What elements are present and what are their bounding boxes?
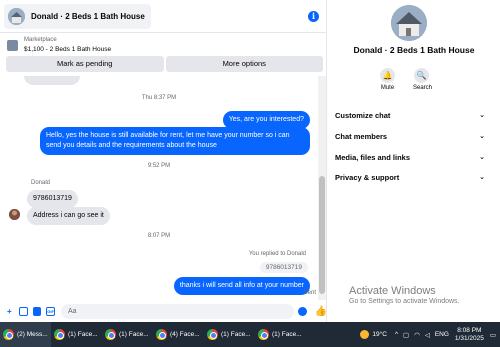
bell-icon: 🔔 [380,68,395,83]
conversation-title: Donald · 2 Beds 1 Bath House [31,11,145,21]
timestamp: Thu 8:37 PM [141,95,177,101]
timestamp: 9:52 PM [147,163,171,169]
house-avatar [8,7,25,25]
incoming-message: Address i can go see it [27,207,110,225]
conversation-title-chip[interactable]: Donald · 2 Beds 1 Bath House [4,3,151,29]
section-media-files-links[interactable]: Media, files and links ⌄ [335,150,485,164]
chrome-icon [105,329,116,340]
quoted-message: 9786013719 [259,262,308,273]
clock[interactable]: 8:08 PM 1/31/2025 [455,327,484,343]
details-sidebar: Donald · 2 Beds 1 Bath House 🔔 Mute 🔍 Se… [328,0,500,322]
chrome-icon [3,329,14,340]
sticker-icon[interactable] [32,307,42,316]
mute-label: Mute [380,85,395,91]
messenger-window: Donald · 2 Beds 1 Bath House i Marketpla… [0,0,500,322]
wifi-icon[interactable]: ◠ [414,331,420,339]
more-options-button[interactable]: More options [165,56,323,72]
info-icon[interactable]: i [308,11,319,22]
listing-thumbnail [7,39,18,51]
message-list: Thu 8:37 PM Yes, are you interested? Hel… [0,76,318,300]
chat-panel: Donald · 2 Beds 1 Bath House i Marketpla… [0,0,327,322]
message-input[interactable]: Aa [61,304,294,319]
taskbar-item[interactable]: (1) Face... [102,322,153,347]
notification-icon[interactable]: ▭ [490,331,496,339]
gif-icon[interactable]: GIF [46,307,55,316]
outgoing-message: thanks i will send all info at your numb… [173,277,310,295]
message-status: Sent [303,290,316,296]
activate-windows-watermark: Activate Windows Go to Settings to activ… [349,285,460,305]
chrome-icon [54,329,65,340]
chrome-icon [207,329,218,340]
listing-title: $1,100 - 2 Beds 1 Bath House [24,46,112,53]
chevron-down-icon: ⌄ [479,174,485,181]
listing-actions: Mark as pending More options [6,56,323,72]
section-privacy-support[interactable]: Privacy & support ⌄ [335,170,485,184]
search-icon: 🔍 [414,68,429,83]
house-avatar-large [391,5,427,41]
message-scrollbar[interactable] [318,76,326,300]
taskbar-item[interactable]: (1) Face... [51,322,102,347]
chevron-down-icon: ⌄ [479,112,485,119]
reply-indicator: You replied to Donald [248,251,306,257]
language-indicator[interactable]: ENG [435,331,449,338]
scrollbar-thumb[interactable] [319,176,325,294]
sun-icon [360,330,370,339]
taskbar-item[interactable]: (1) Face... [204,322,255,347]
taskbar-item[interactable]: (2) Mess... [0,322,51,347]
system-tray: 19°C ^ ▢ ◠ ◁ ENG 8:08 PM 1/31/2025 ▭ [360,322,500,347]
taskbar-item[interactable]: (1) Face... [255,322,306,347]
partial-message-bubble [24,76,80,85]
network-icon[interactable]: ▢ [403,331,409,339]
photo-icon[interactable] [18,307,28,316]
weather-widget[interactable]: 19°C [360,330,387,339]
outgoing-message: Hello, yes the house is still available … [40,127,310,155]
plus-icon[interactable]: + [5,307,14,316]
contact-avatar [9,209,20,220]
taskbar-item[interactable]: (4) Face... [153,322,204,347]
sidebar-conversation-name: Donald · 2 Beds 1 Bath House [353,45,475,55]
mute-button[interactable]: 🔔 Mute [379,68,396,91]
volume-icon[interactable]: ◁ [425,331,430,339]
timestamp: 8:07 PM [147,233,171,239]
mark-as-pending-button[interactable]: Mark as pending [6,56,164,72]
composer: + GIF Aa 👍 [0,301,327,322]
chrome-icon [156,329,167,340]
section-customize-chat[interactable]: Customize chat ⌄ [335,108,485,122]
tray-chevron-icon[interactable]: ^ [395,331,398,338]
sender-name: Donald [31,180,51,186]
incoming-message: 9786013719 [27,190,78,208]
emoji-icon[interactable] [297,307,307,316]
chrome-icon [258,329,269,340]
search-button[interactable]: 🔍 Search [413,68,433,91]
section-chat-members[interactable]: Chat members ⌄ [335,129,485,143]
message-input-placeholder: Aa [68,308,77,315]
listing-card[interactable]: Marketplace $1,100 - 2 Beds 1 Bath House [0,34,327,56]
windows-taskbar: (2) Mess... (1) Face... (1) Face... (4) … [0,322,500,347]
listing-source: Marketplace [24,37,57,43]
chevron-down-icon: ⌄ [479,133,485,140]
thumbs-up-icon[interactable]: 👍 [315,306,327,317]
chat-header: Donald · 2 Beds 1 Bath House i [0,0,327,33]
chevron-down-icon: ⌄ [479,154,485,161]
search-label: Search [413,85,433,91]
